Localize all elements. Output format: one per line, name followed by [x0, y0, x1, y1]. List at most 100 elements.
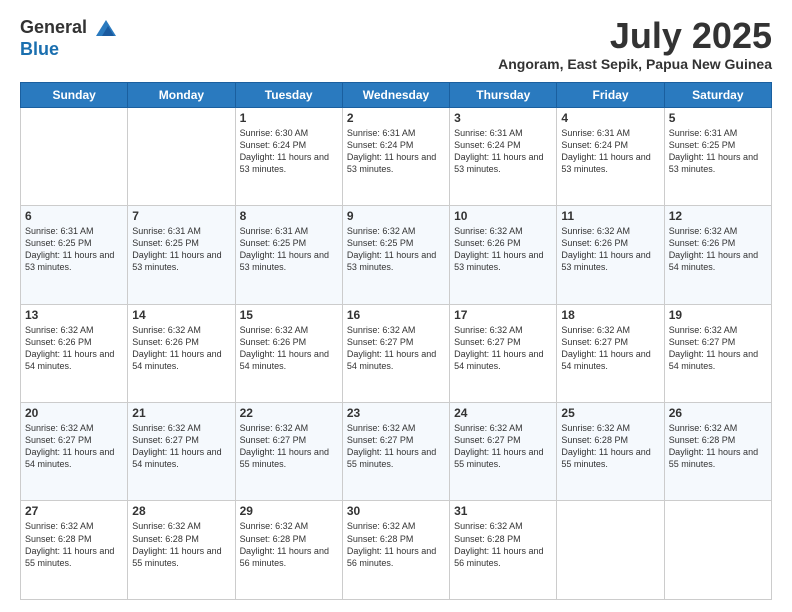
day-header-monday: Monday — [128, 82, 235, 107]
page: General Blue July 2025 Angoram, East Sep… — [0, 0, 792, 612]
calendar-week-3: 13 Sunrise: 6:32 AMSunset: 6:26 PMDayligh… — [21, 304, 772, 402]
calendar-week-5: 27 Sunrise: 6:32 AMSunset: 6:28 PMDayligh… — [21, 501, 772, 600]
day-number: 14 — [132, 308, 230, 322]
logo: General Blue — [20, 16, 118, 60]
day-number: 25 — [561, 406, 659, 420]
day-info: Sunrise: 6:31 AMSunset: 6:25 PMDaylight:… — [25, 225, 123, 274]
day-info: Sunrise: 6:32 AMSunset: 6:27 PMDaylight:… — [347, 422, 445, 471]
day-number: 8 — [240, 209, 338, 223]
month-title: July 2025 — [498, 16, 772, 56]
calendar-cell: 20 Sunrise: 6:32 AMSunset: 6:27 PMDayligh… — [21, 403, 128, 501]
calendar-cell: 18 Sunrise: 6:32 AMSunset: 6:27 PMDayligh… — [557, 304, 664, 402]
day-number: 29 — [240, 504, 338, 518]
day-header-tuesday: Tuesday — [235, 82, 342, 107]
day-number: 30 — [347, 504, 445, 518]
calendar-cell — [557, 501, 664, 600]
day-number: 2 — [347, 111, 445, 125]
calendar-cell: 24 Sunrise: 6:32 AMSunset: 6:27 PMDayligh… — [450, 403, 557, 501]
day-info: Sunrise: 6:32 AMSunset: 6:27 PMDaylight:… — [454, 324, 552, 373]
calendar-cell: 31 Sunrise: 6:32 AMSunset: 6:28 PMDayligh… — [450, 501, 557, 600]
calendar-cell: 9 Sunrise: 6:32 AMSunset: 6:25 PMDaylight… — [342, 206, 449, 304]
calendar-cell: 16 Sunrise: 6:32 AMSunset: 6:27 PMDayligh… — [342, 304, 449, 402]
day-info: Sunrise: 6:32 AMSunset: 6:27 PMDaylight:… — [561, 324, 659, 373]
calendar-cell: 13 Sunrise: 6:32 AMSunset: 6:26 PMDayligh… — [21, 304, 128, 402]
day-info: Sunrise: 6:32 AMSunset: 6:28 PMDaylight:… — [561, 422, 659, 471]
calendar-cell: 2 Sunrise: 6:31 AMSunset: 6:24 PMDaylight… — [342, 107, 449, 205]
day-info: Sunrise: 6:32 AMSunset: 6:27 PMDaylight:… — [454, 422, 552, 471]
day-info: Sunrise: 6:32 AMSunset: 6:26 PMDaylight:… — [669, 225, 767, 274]
day-header-sunday: Sunday — [21, 82, 128, 107]
calendar-cell — [664, 501, 771, 600]
day-info: Sunrise: 6:32 AMSunset: 6:28 PMDaylight:… — [454, 520, 552, 569]
day-number: 7 — [132, 209, 230, 223]
calendar-cell: 7 Sunrise: 6:31 AMSunset: 6:25 PMDaylight… — [128, 206, 235, 304]
day-info: Sunrise: 6:32 AMSunset: 6:27 PMDaylight:… — [132, 422, 230, 471]
calendar-cell: 10Sunrise: 6:32 AMSunset: 6:26 PMDayligh… — [450, 206, 557, 304]
day-number: 13 — [25, 308, 123, 322]
day-number: 16 — [347, 308, 445, 322]
day-header-thursday: Thursday — [450, 82, 557, 107]
day-number: 22 — [240, 406, 338, 420]
calendar-cell: 11Sunrise: 6:32 AMSunset: 6:26 PMDayligh… — [557, 206, 664, 304]
calendar-cell: 12 Sunrise: 6:32 AMSunset: 6:26 PMDayligh… — [664, 206, 771, 304]
day-number: 17 — [454, 308, 552, 322]
day-number: 5 — [669, 111, 767, 125]
day-number: 12 — [669, 209, 767, 223]
day-number: 31 — [454, 504, 552, 518]
day-info: Sunrise: 6:32 AMSunset: 6:28 PMDaylight:… — [347, 520, 445, 569]
calendar-week-4: 20 Sunrise: 6:32 AMSunset: 6:27 PMDayligh… — [21, 403, 772, 501]
day-info: Sunrise: 6:32 AMSunset: 6:27 PMDaylight:… — [25, 422, 123, 471]
day-info: Sunrise: 6:31 AMSunset: 6:24 PMDaylight:… — [561, 127, 659, 176]
day-info: Sunrise: 6:31 AMSunset: 6:24 PMDaylight:… — [347, 127, 445, 176]
day-info: Sunrise: 6:31 AMSunset: 6:25 PMDaylight:… — [669, 127, 767, 176]
day-number: 24 — [454, 406, 552, 420]
calendar-cell: 15 Sunrise: 6:32 AMSunset: 6:26 PMDayligh… — [235, 304, 342, 402]
day-info: Sunrise: 6:32 AMSunset: 6:25 PMDaylight:… — [347, 225, 445, 274]
day-number: 6 — [25, 209, 123, 223]
calendar-header-row: SundayMondayTuesdayWednesdayThursdayFrid… — [21, 82, 772, 107]
day-info: Sunrise: 6:32 AMSunset: 6:28 PMDaylight:… — [25, 520, 123, 569]
day-number: 3 — [454, 111, 552, 125]
calendar-table: SundayMondayTuesdayWednesdayThursdayFrid… — [20, 82, 772, 600]
title-block: July 2025 Angoram, East Sepik, Papua New… — [498, 16, 772, 72]
day-header-wednesday: Wednesday — [342, 82, 449, 107]
location-subtitle: Angoram, East Sepik, Papua New Guinea — [498, 56, 772, 72]
calendar-cell: 30 Sunrise: 6:32 AMSunset: 6:28 PMDayligh… — [342, 501, 449, 600]
calendar-cell: 17 Sunrise: 6:32 AMSunset: 6:27 PMDayligh… — [450, 304, 557, 402]
calendar-cell: 21Sunrise: 6:32 AMSunset: 6:27 PMDayligh… — [128, 403, 235, 501]
day-info: Sunrise: 6:31 AMSunset: 6:25 PMDaylight:… — [240, 225, 338, 274]
day-info: Sunrise: 6:31 AMSunset: 6:25 PMDaylight:… — [132, 225, 230, 274]
day-info: Sunrise: 6:30 AMSunset: 6:24 PMDaylight:… — [240, 127, 338, 176]
calendar-week-2: 6 Sunrise: 6:31 AMSunset: 6:25 PMDaylight… — [21, 206, 772, 304]
calendar-cell: 6 Sunrise: 6:31 AMSunset: 6:25 PMDaylight… — [21, 206, 128, 304]
day-number: 18 — [561, 308, 659, 322]
day-info: Sunrise: 6:31 AMSunset: 6:24 PMDaylight:… — [454, 127, 552, 176]
logo-icon — [94, 16, 118, 40]
logo-blue-text: Blue — [20, 40, 118, 60]
day-info: Sunrise: 6:32 AMSunset: 6:28 PMDaylight:… — [132, 520, 230, 569]
day-info: Sunrise: 6:32 AMSunset: 6:26 PMDaylight:… — [561, 225, 659, 274]
day-number: 9 — [347, 209, 445, 223]
calendar-cell: 19Sunrise: 6:32 AMSunset: 6:27 PMDayligh… — [664, 304, 771, 402]
day-number: 10 — [454, 209, 552, 223]
calendar-cell: 27 Sunrise: 6:32 AMSunset: 6:28 PMDayligh… — [21, 501, 128, 600]
logo-general: General — [20, 17, 87, 37]
day-number: 19 — [669, 308, 767, 322]
day-info: Sunrise: 6:32 AMSunset: 6:26 PMDaylight:… — [240, 324, 338, 373]
calendar-cell: 5 Sunrise: 6:31 AMSunset: 6:25 PMDaylight… — [664, 107, 771, 205]
day-number: 20 — [25, 406, 123, 420]
day-info: Sunrise: 6:32 AMSunset: 6:28 PMDaylight:… — [240, 520, 338, 569]
day-info: Sunrise: 6:32 AMSunset: 6:26 PMDaylight:… — [25, 324, 123, 373]
day-number: 27 — [25, 504, 123, 518]
day-header-friday: Friday — [557, 82, 664, 107]
calendar-cell: 22Sunrise: 6:32 AMSunset: 6:27 PMDayligh… — [235, 403, 342, 501]
day-info: Sunrise: 6:32 AMSunset: 6:27 PMDaylight:… — [347, 324, 445, 373]
calendar-cell: 25 Sunrise: 6:32 AMSunset: 6:28 PMDayligh… — [557, 403, 664, 501]
day-info: Sunrise: 6:32 AMSunset: 6:26 PMDaylight:… — [132, 324, 230, 373]
day-number: 4 — [561, 111, 659, 125]
calendar-cell: 28 Sunrise: 6:32 AMSunset: 6:28 PMDayligh… — [128, 501, 235, 600]
day-number: 15 — [240, 308, 338, 322]
calendar-cell: 4 Sunrise: 6:31 AMSunset: 6:24 PMDaylight… — [557, 107, 664, 205]
day-number: 28 — [132, 504, 230, 518]
day-number: 1 — [240, 111, 338, 125]
